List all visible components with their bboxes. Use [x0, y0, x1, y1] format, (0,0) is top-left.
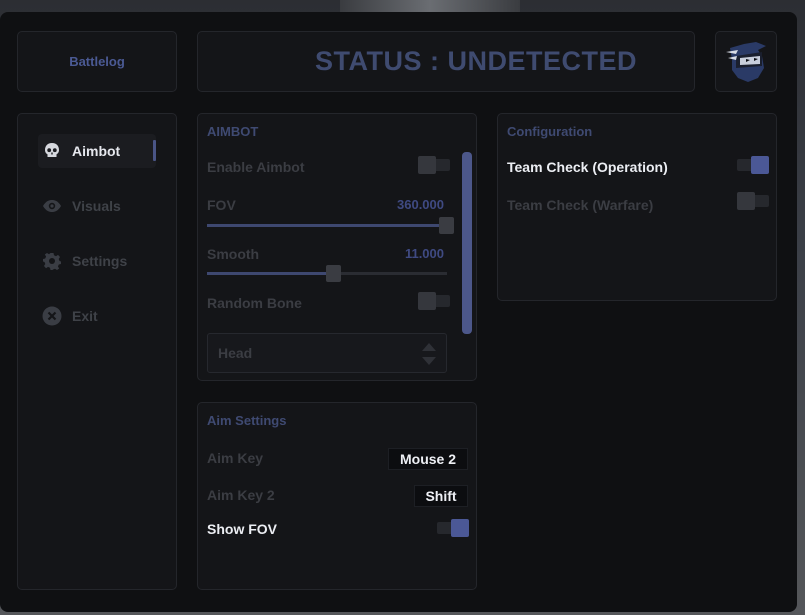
aimbot-scrollbar[interactable]: [462, 152, 472, 334]
skull-icon: [42, 141, 62, 161]
toggle-knob: [418, 292, 436, 310]
status-text: STATUS : UNDETECTED: [315, 46, 637, 76]
fov-label: FOV: [207, 197, 236, 213]
aim-key-button[interactable]: Mouse 2: [388, 448, 468, 470]
team-check-warfare-toggle[interactable]: [737, 192, 769, 210]
aim-key2-label: Aim Key 2: [207, 487, 275, 503]
smooth-value: 11.000: [404, 246, 444, 261]
eye-icon: [42, 196, 62, 216]
aim-key2-button[interactable]: Shift: [414, 485, 468, 507]
panel-title: Aim Settings: [207, 413, 287, 428]
cheat-menu-window: Battlelog STATUS : UNDETECTED Aimbot Vis: [0, 12, 797, 612]
show-fov-toggle[interactable]: [437, 519, 469, 537]
sidebar-item-visuals[interactable]: Visuals: [38, 189, 156, 223]
active-indicator: [153, 140, 156, 161]
configuration-panel: Configuration Team Check (Operation) Tea…: [497, 113, 777, 301]
sidebar-item-aimbot[interactable]: Aimbot: [38, 134, 156, 168]
random-bone-label: Random Bone: [207, 295, 302, 311]
panel-title: Configuration: [507, 124, 593, 139]
toggle-knob: [418, 156, 436, 174]
smooth-slider[interactable]: [207, 265, 447, 282]
close-circle-icon: [42, 306, 62, 326]
toggle-knob: [751, 156, 769, 174]
aim-settings-panel: Aim Settings Aim Key Mouse 2 Aim Key 2 S…: [197, 402, 477, 590]
bone-select[interactable]: Head: [207, 333, 447, 373]
slider-thumb[interactable]: [439, 217, 454, 234]
slider-thumb[interactable]: [326, 265, 342, 282]
bone-select-value: Head: [218, 345, 253, 361]
aim-key-label: Aim Key: [207, 450, 264, 466]
slider-fill: [207, 272, 335, 275]
toggle-knob: [737, 192, 755, 210]
team-check-warfare-label: Team Check (Warfare): [507, 197, 654, 213]
status-panel: STATUS : UNDETECTED: [197, 31, 695, 92]
enable-aimbot-toggle[interactable]: [418, 156, 450, 174]
sidebar-item-label: Visuals: [72, 198, 121, 214]
enable-aimbot-label: Enable Aimbot: [207, 159, 305, 175]
sidebar-item-exit[interactable]: Exit: [38, 299, 156, 333]
toggle-knob: [451, 519, 469, 537]
panel-title: AIMBOT: [207, 124, 259, 139]
brand-panel: Battlelog: [17, 31, 177, 92]
aimbot-panel: AIMBOT Enable Aimbot FOV 360.000 Smooth …: [197, 113, 477, 381]
fov-value: 360.000: [397, 197, 444, 212]
sidebar: Aimbot Visuals Settings Exit: [17, 113, 177, 590]
team-check-operation-toggle[interactable]: [737, 156, 769, 174]
gear-icon: [42, 251, 62, 271]
brand-title: Battlelog: [69, 54, 125, 69]
random-bone-toggle[interactable]: [418, 292, 450, 310]
smooth-label: Smooth: [207, 246, 260, 262]
show-fov-label: Show FOV: [207, 521, 277, 537]
sidebar-item-label: Settings: [72, 253, 128, 269]
team-check-operation-label: Team Check (Operation): [507, 159, 668, 175]
sidebar-item-label: Aimbot: [72, 143, 121, 159]
avatar[interactable]: [715, 31, 777, 92]
slider-fill: [207, 224, 447, 227]
select-arrows-icon: [422, 343, 436, 365]
sidebar-item-label: Exit: [72, 308, 98, 324]
fov-slider[interactable]: [207, 217, 454, 234]
ninja-avatar-icon: [726, 41, 766, 82]
sidebar-item-settings[interactable]: Settings: [38, 244, 156, 278]
